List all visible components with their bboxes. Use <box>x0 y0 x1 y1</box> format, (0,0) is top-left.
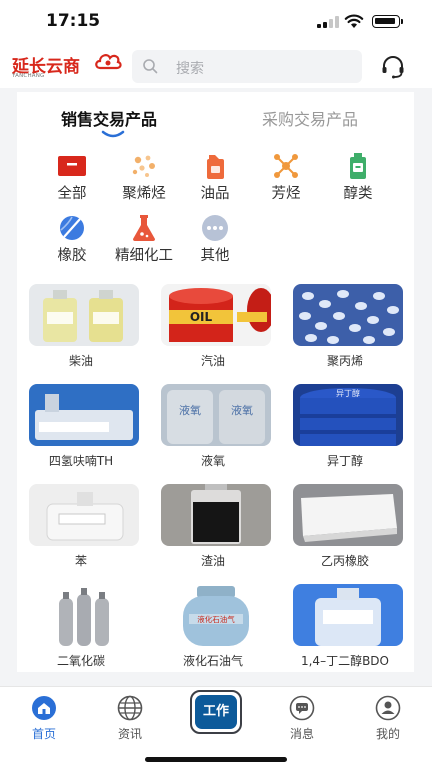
battery-icon <box>372 15 403 28</box>
search-placeholder: 搜索 <box>176 61 204 77</box>
cloud-logo-icon <box>95 54 122 70</box>
epdm-rubber-image <box>293 484 403 546</box>
tank-label-left: 液氧 <box>179 403 201 417</box>
category-oil-products[interactable]: 油品 <box>180 152 250 212</box>
category-label: 精细化工 <box>115 248 173 264</box>
tab-sales-products[interactable]: 销售交易产品 <box>61 106 157 130</box>
products-card: 销售交易产品 采购交易产品 全部 聚烯烃 油品 芳烃 醇类 橡胶 精细化工 其他… <box>17 92 414 672</box>
product-polypropylene[interactable]: 聚丙烯 <box>287 284 403 374</box>
tab-news[interactable]: 资讯 <box>100 695 160 745</box>
co2-cylinders-image <box>29 584 139 646</box>
product-name: 乙丙橡胶 <box>320 554 369 568</box>
product-liquid-oxygen[interactable]: 液氧 液氧 液氧 <box>155 384 271 474</box>
tab-home[interactable]: 首页 <box>14 695 74 745</box>
liquid-oxygen-tanks-image: 液氧 液氧 <box>161 384 271 446</box>
home-indicator <box>145 757 287 762</box>
status-bar: 17:15 <box>0 0 432 44</box>
isobutanol-drums-image: 异丁醇 <box>293 384 403 446</box>
fuel-can-icon <box>207 155 224 179</box>
product-name: 柴油 <box>68 354 93 368</box>
logo-subtext: YANCHANG <box>12 73 45 79</box>
diesel-bottles-image <box>29 284 139 346</box>
product-isobutanol[interactable]: 异丁醇 异丁醇 <box>287 384 403 474</box>
barrel-label: OIL <box>190 310 213 324</box>
yanchang-logo: 延长云商 YANCHANG <box>10 48 122 84</box>
cylinder-label: 液化石油气 <box>197 614 235 624</box>
app-header: 延长云商 YANCHANG 搜索 <box>0 46 432 88</box>
product-benzene[interactable]: 苯 <box>23 484 139 574</box>
category-polyolefin[interactable]: 聚烯烃 <box>109 152 179 212</box>
product-name: 异丁醇 <box>326 454 363 468</box>
search-icon <box>143 59 158 74</box>
product-gasoline[interactable]: OIL 汽油 <box>155 284 271 374</box>
particles-icon <box>132 155 155 177</box>
product-name: 四氢呋喃TH <box>48 454 114 468</box>
work-button[interactable]: 工作 <box>190 690 242 734</box>
bdo-bottle-image <box>293 584 403 646</box>
product-bdo[interactable]: 1,4–丁二醇BDO <box>287 584 403 674</box>
category-label: 其他 <box>200 248 230 264</box>
globe-icon <box>117 695 143 721</box>
polypropylene-pellets-image <box>293 284 403 346</box>
category-label: 芳烃 <box>271 186 301 202</box>
tab-label: 首页 <box>31 727 56 741</box>
product-name: 液氧 <box>200 454 225 468</box>
status-time: 17:15 <box>46 11 101 31</box>
category-alcohols[interactable]: 醇类 <box>323 152 393 212</box>
product-name: 液化石油气 <box>182 654 243 668</box>
tab-purchase-products[interactable]: 采购交易产品 <box>262 106 358 130</box>
category-aromatics[interactable]: 芳烃 <box>251 152 321 212</box>
thf-bottle-image <box>29 384 139 446</box>
user-profile-icon <box>375 695 401 721</box>
bottom-tab-bar: 首页 资讯 工作 消息 我的 <box>0 686 432 768</box>
molecule-icon <box>274 154 298 178</box>
work-button-label: 工作 <box>195 695 237 729</box>
chat-bubble-icon <box>289 695 315 721</box>
customer-service-headset-icon[interactable] <box>380 54 406 80</box>
flask-icon <box>133 215 155 241</box>
category-others[interactable]: 其他 <box>180 214 250 274</box>
wifi-icon <box>344 14 364 28</box>
product-name: 苯 <box>74 554 87 568</box>
product-diesel[interactable]: 柴油 <box>23 284 139 374</box>
category-label: 橡胶 <box>57 248 87 264</box>
category-label: 醇类 <box>343 186 373 202</box>
product-lpg[interactable]: 液化石油气 液化石油气 <box>155 584 271 674</box>
category-label: 聚烯烃 <box>122 186 166 202</box>
home-icon <box>32 696 56 720</box>
category-label: 全部 <box>57 186 87 202</box>
category-rubber[interactable]: 橡胶 <box>37 214 107 274</box>
search-bar[interactable]: 搜索 <box>132 50 362 83</box>
residual-oil-beaker-image <box>161 484 271 546</box>
product-carbon-dioxide[interactable]: 二氧化碳 <box>23 584 139 674</box>
product-name: 二氧化碳 <box>56 654 105 668</box>
category-fine-chemicals[interactable]: 精细化工 <box>109 214 179 274</box>
product-name: 1,4–丁二醇BDO <box>300 654 389 668</box>
bottle-icon <box>350 153 366 179</box>
tab-messages[interactable]: 消息 <box>272 695 332 745</box>
cellular-signal-icon <box>317 16 339 28</box>
product-name: 聚丙烯 <box>326 354 363 368</box>
product-thf[interactable]: 四氢呋喃TH <box>23 384 139 474</box>
product-name: 汽油 <box>200 354 225 368</box>
more-dots-icon <box>202 215 228 241</box>
gasoline-barrels-image: OIL <box>161 284 271 346</box>
category-label: 油品 <box>200 186 230 202</box>
product-name: 渣油 <box>200 554 225 568</box>
tab-label: 资讯 <box>117 727 142 741</box>
product-residual-oil[interactable]: 渣油 <box>155 484 271 574</box>
tab-label: 我的 <box>375 727 400 741</box>
active-tab-indicator <box>101 130 125 138</box>
main-content: 销售交易产品 采购交易产品 全部 聚烯烃 油品 芳烃 醇类 橡胶 精细化工 其他… <box>0 88 432 686</box>
tank-label-right: 液氧 <box>231 403 253 417</box>
lpg-cylinder-image: 液化石油气 <box>161 584 271 646</box>
product-epdm-rubber[interactable]: 乙丙橡胶 <box>287 484 403 574</box>
drum-label: 异丁醇 <box>336 388 360 398</box>
rubber-ball-icon <box>60 216 84 240</box>
tab-mine[interactable]: 我的 <box>358 695 418 745</box>
tab-label: 消息 <box>289 727 314 741</box>
all-box-icon <box>58 156 86 176</box>
category-all[interactable]: 全部 <box>37 152 107 212</box>
benzene-bottle-image <box>29 484 139 546</box>
